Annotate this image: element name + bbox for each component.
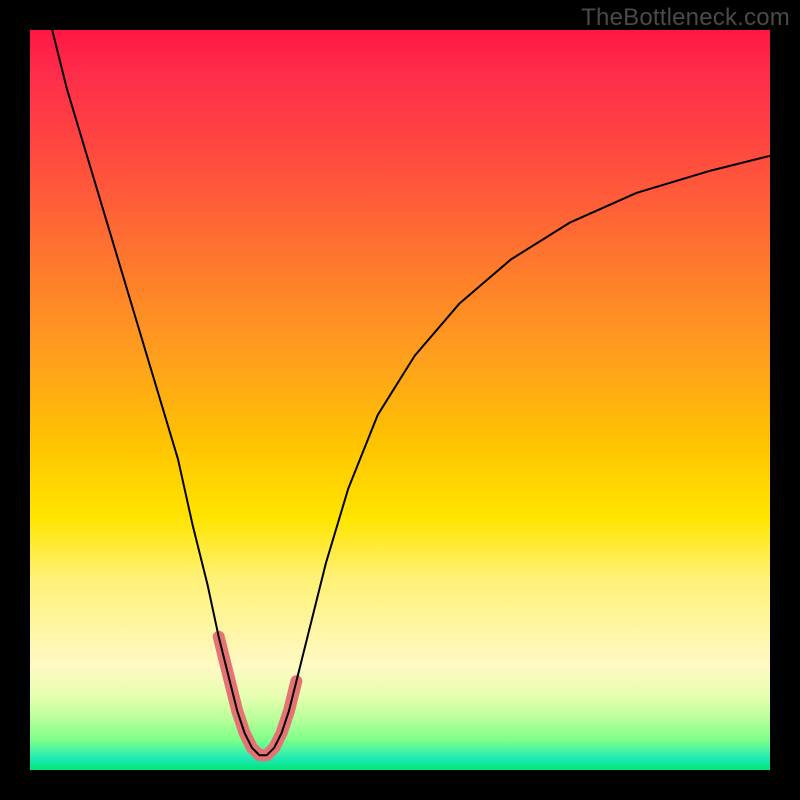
bottleneck-curve-path [52,30,770,755]
chart-frame: TheBottleneck.com [0,0,800,800]
watermark-text: TheBottleneck.com [581,4,790,32]
plot-area [30,30,770,770]
chart-svg [30,30,770,770]
highlight-band-path [219,637,297,755]
